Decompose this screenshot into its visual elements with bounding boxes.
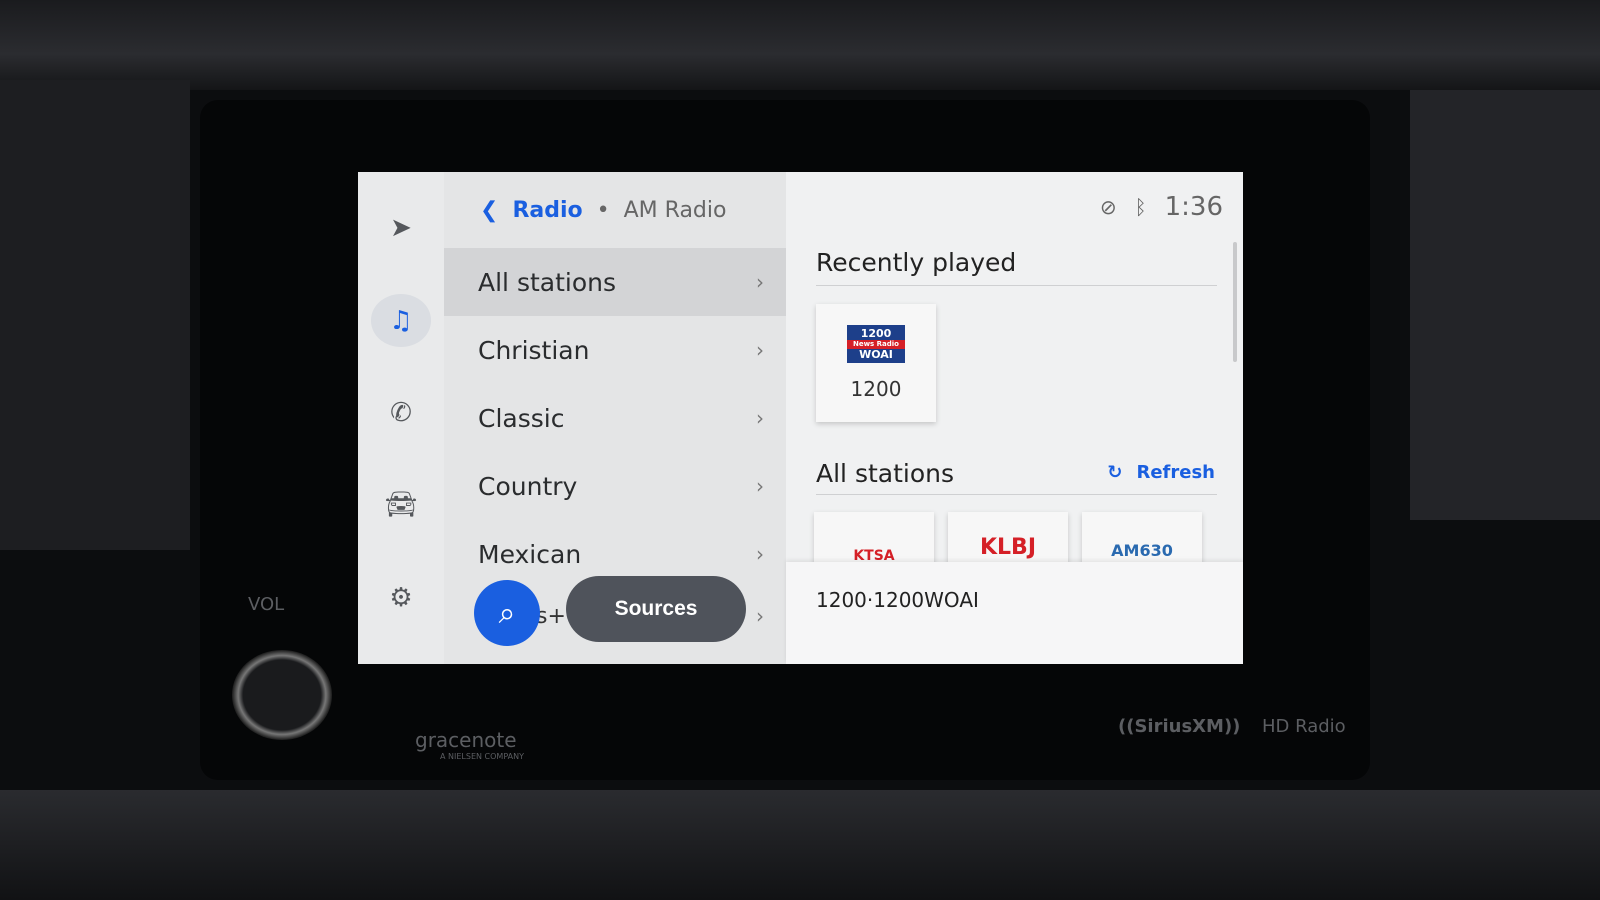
dashboard-bottom — [0, 790, 1600, 900]
scrollbar[interactable] — [1233, 242, 1237, 362]
all-stations-title: All stations — [816, 459, 955, 488]
chevron-right-icon: › — [756, 604, 764, 628]
chevron-right-icon: › — [756, 474, 764, 498]
chevron-right-icon: › — [756, 270, 764, 294]
logo-text: WOAI — [859, 347, 893, 361]
station-tile-1200[interactable]: 1200 News Radio WOAI 1200 — [816, 304, 936, 422]
car-icon[interactable]: 🚘︎ — [371, 479, 431, 531]
infotainment-screen: ➤ ♫ ✆ 🚘︎ ⚙ ❮ Radio • AM Radio All statio… — [358, 172, 1243, 664]
category-country[interactable]: Country › — [444, 452, 786, 520]
refresh-button[interactable]: ↻ Refresh — [1107, 462, 1215, 483]
gear-icon[interactable]: ⚙ — [371, 572, 431, 624]
phone-icon[interactable]: ✆ — [371, 387, 431, 439]
sources-button[interactable]: Sources — [566, 576, 746, 642]
search-button[interactable]: ⌕ — [474, 580, 540, 646]
mic-off-icon: ⊘ — [1099, 195, 1117, 219]
category-classic[interactable]: Classic › — [444, 384, 786, 452]
dashboard-top — [0, 0, 1600, 90]
refresh-label: Refresh — [1136, 462, 1215, 483]
category-label: Christian — [478, 335, 590, 365]
chevron-right-icon: › — [756, 542, 764, 566]
air-vent-left — [0, 80, 190, 550]
clock: 1:36 — [1164, 192, 1223, 222]
hd-radio-logo: HD Radio — [1262, 716, 1346, 737]
chevron-left-icon[interactable]: ❮ — [480, 198, 498, 223]
siriusxm-logo: ((SiriusXM)) — [1118, 716, 1241, 737]
now-playing-text: 1200·1200WOAI — [816, 588, 979, 612]
breadcrumb-separator: • — [596, 197, 610, 223]
category-all-stations[interactable]: All stations › — [444, 248, 786, 316]
category-partial[interactable]: s+ — [536, 604, 566, 629]
divider — [816, 285, 1217, 286]
air-vent-right — [1410, 90, 1600, 520]
category-list: ❮ Radio • AM Radio All stations › Christi… — [444, 172, 786, 664]
category-christian[interactable]: Christian › — [444, 316, 786, 384]
breadcrumb: ❮ Radio • AM Radio — [444, 172, 786, 248]
gracenote-sub: A NIELSEN COMPANY — [440, 752, 524, 761]
vol-label: VOL — [248, 594, 285, 615]
divider — [816, 494, 1217, 495]
chevron-right-icon: › — [756, 406, 764, 430]
status-bar: ⊘ ᛒ 1:36 — [1100, 192, 1223, 222]
nav-rail: ➤ ♫ ✆ 🚘︎ ⚙ — [358, 172, 444, 664]
category-label: Country — [478, 471, 578, 501]
bluetooth-icon: ᛒ — [1134, 195, 1147, 219]
station-logo: AM630 — [1111, 541, 1173, 560]
station-logo: KLBJ — [979, 535, 1037, 560]
category-label: Classic — [478, 403, 565, 433]
category-label: Mexican — [478, 539, 582, 569]
logo-text: 1200 — [860, 326, 892, 340]
chevron-right-icon: › — [756, 338, 764, 362]
station-logo: 1200 News Radio WOAI — [847, 325, 905, 363]
now-playing-bar[interactable]: 1200·1200WOAI — [786, 562, 1243, 664]
breadcrumb-current: AM Radio — [623, 197, 727, 223]
music-note-icon[interactable]: ♫ — [371, 294, 431, 347]
search-icon: ⌕ — [498, 595, 516, 631]
navigation-arrow-icon[interactable]: ➤ — [371, 202, 431, 254]
category-label: All stations — [478, 267, 617, 297]
station-label: 1200 — [850, 377, 902, 401]
station-panel: ⊘ ᛒ 1:36 Recently played 1200 News Radio… — [786, 172, 1243, 664]
breadcrumb-radio[interactable]: Radio — [512, 198, 582, 223]
volume-knob[interactable] — [232, 650, 332, 740]
recently-played-title: Recently played — [816, 248, 1017, 277]
gracenote-logo: gracenote — [415, 728, 517, 752]
refresh-icon: ↻ — [1107, 462, 1123, 483]
